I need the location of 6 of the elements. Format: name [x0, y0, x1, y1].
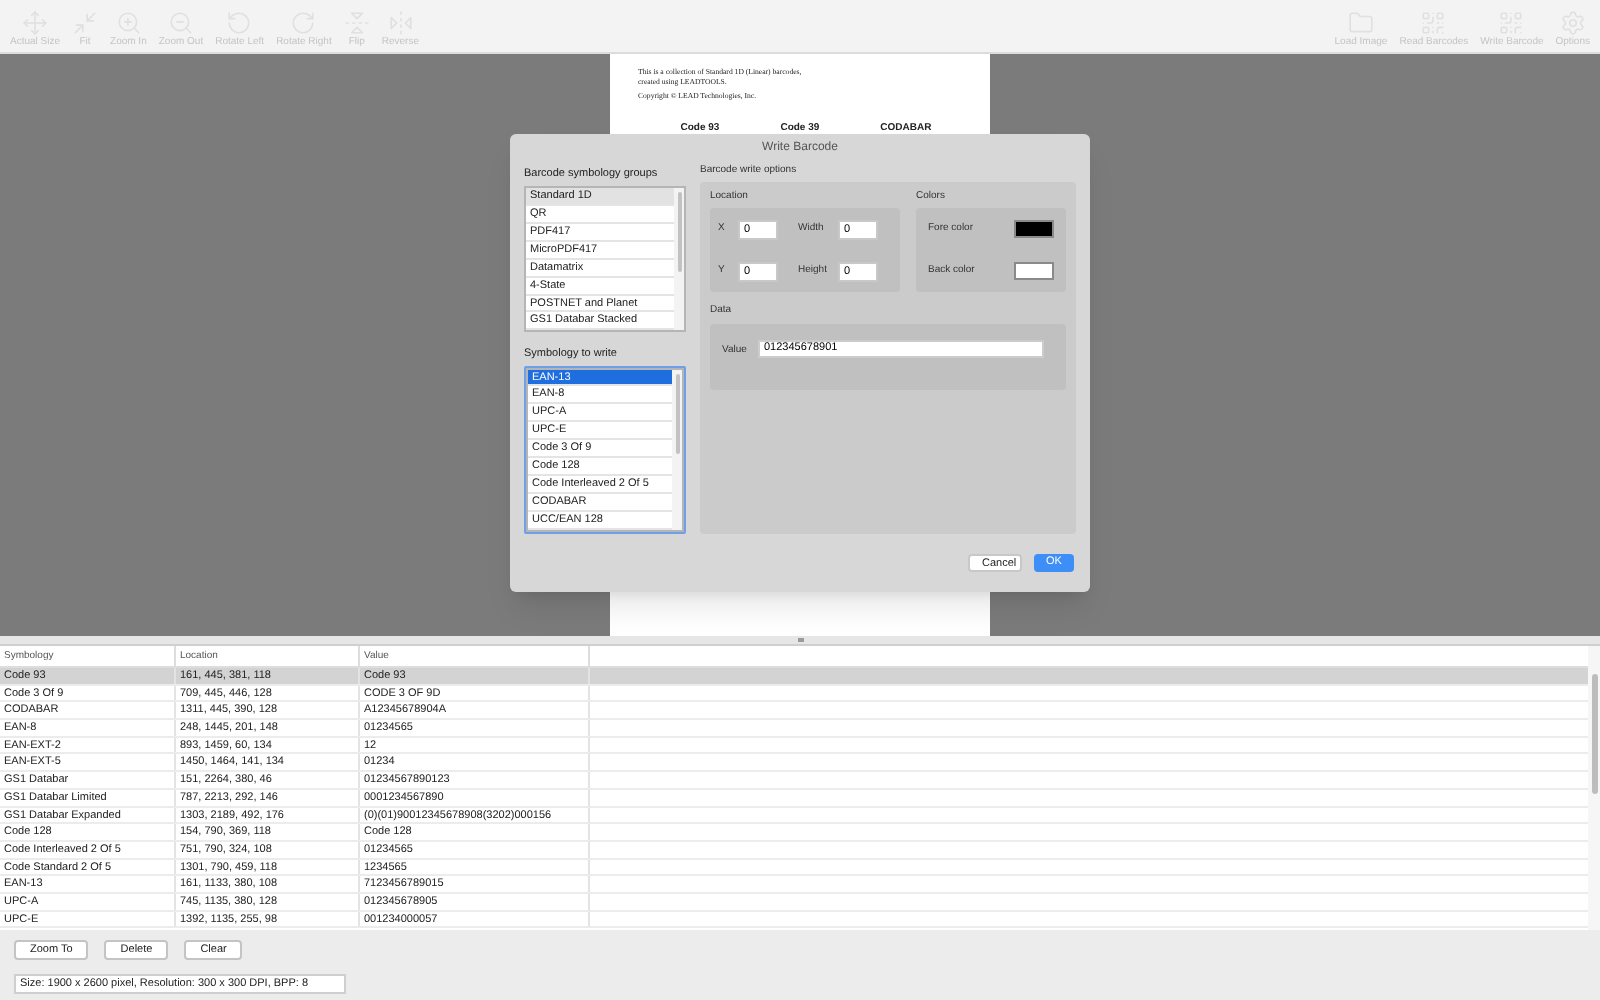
- splitter[interactable]: [0, 636, 1600, 646]
- scrollbar[interactable]: [674, 188, 684, 331]
- color-swatch[interactable]: [1014, 220, 1054, 238]
- scrollbar[interactable]: [672, 369, 682, 529]
- color-swatch[interactable]: [1014, 262, 1054, 280]
- scrollbar[interactable]: [1588, 646, 1600, 930]
